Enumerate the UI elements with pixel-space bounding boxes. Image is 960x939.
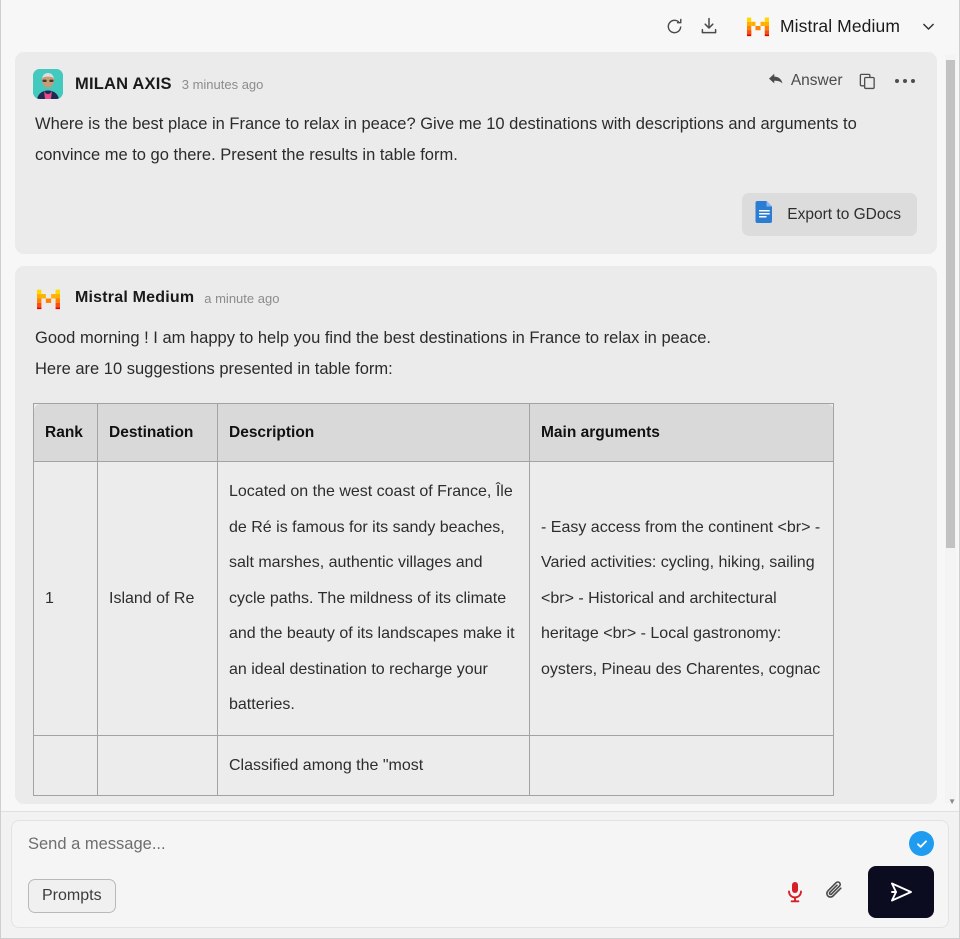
table-header-description: Description (217, 403, 530, 462)
message-timestamp: a minute ago (204, 290, 280, 306)
composer-box: Prompts (11, 820, 949, 928)
model-name-label: Mistral Medium (779, 15, 900, 36)
table-row: 1 Island of Re Located on the west coast… (33, 461, 834, 736)
user-message-text: Where is the best place in France to rel… (35, 115, 857, 164)
cell-destination: Island of Re (97, 461, 218, 736)
top-toolbar: Mistral Medium (1, 0, 959, 52)
answer-button[interactable]: Answer (768, 72, 843, 91)
cell-arguments: - Easy access from the continent <br> - … (529, 461, 834, 736)
send-button[interactable] (868, 866, 934, 918)
paperclip-icon[interactable] (824, 880, 846, 904)
message-input[interactable] (28, 835, 648, 854)
chevron-down-icon[interactable] (920, 18, 937, 35)
cell-rank (33, 734, 98, 796)
mistral-logo-icon (746, 17, 769, 37)
table-header-destination: Destination (97, 403, 218, 462)
message-actions: Answer (768, 70, 917, 92)
more-options-icon[interactable] (893, 75, 918, 88)
answer-label: Answer (790, 72, 843, 89)
assistant-intro-line-1: Good morning ! I am happy to help you fi… (35, 329, 711, 347)
assistant-message-card: Mistral Medium a minute ago Good morning… (15, 266, 937, 804)
composer-tools (785, 866, 934, 918)
scrollbar-thumb[interactable] (946, 60, 955, 548)
export-to-gdocs-label: Export to GDocs (787, 205, 901, 223)
conversation-scroll-area: MILAN AXIS 3 minutes ago Answer Where is… (1, 52, 959, 811)
composer-area: Prompts (1, 811, 959, 938)
cell-arguments (529, 734, 834, 796)
avatar (33, 69, 63, 99)
cell-destination (97, 734, 218, 796)
google-docs-icon (755, 201, 774, 228)
destinations-table-wrapper: Rank Destination Description Main argume… (33, 403, 917, 796)
vertical-scrollbar[interactable] (945, 54, 956, 803)
reply-arrow-icon (768, 72, 784, 91)
assistant-message-header: Mistral Medium a minute ago (33, 282, 917, 314)
message-author: Mistral Medium (75, 289, 195, 306)
export-row: Export to GDocs (33, 193, 917, 236)
table-row: Classified among the "most (33, 734, 834, 796)
cell-description: Classified among the "most (217, 734, 530, 796)
scroll-down-arrow-icon[interactable]: ▼ (948, 798, 956, 806)
refresh-icon[interactable] (658, 9, 692, 43)
user-message-header: MILAN AXIS 3 minutes ago Answer (33, 68, 917, 100)
table-header-arguments: Main arguments (529, 403, 834, 462)
copy-icon[interactable] (857, 70, 879, 92)
check-circle-icon (909, 831, 934, 856)
chat-application-window: Mistral Medium MILAN AXIS 3 minutes ago … (0, 0, 960, 939)
table-header-rank: Rank (33, 403, 98, 462)
microphone-icon[interactable] (785, 880, 805, 904)
message-author: MILAN AXIS (75, 74, 172, 93)
user-message-card: MILAN AXIS 3 minutes ago Answer Where is… (15, 52, 937, 254)
assistant-intro-line-2: Here are 10 suggestions presented in tab… (35, 360, 393, 378)
cell-rank: 1 (33, 461, 98, 736)
prompts-button[interactable]: Prompts (28, 879, 116, 913)
export-to-gdocs-button[interactable]: Export to GDocs (742, 193, 917, 236)
model-selector[interactable]: Mistral Medium (742, 12, 941, 40)
table-header-row: Rank Destination Description Main argume… (33, 403, 834, 462)
download-icon[interactable] (692, 9, 726, 43)
message-timestamp: 3 minutes ago (181, 76, 264, 92)
mistral-logo-icon (33, 283, 63, 313)
cell-description: Located on the west coast of France, Île… (217, 461, 530, 736)
assistant-message-text: Good morning ! I am happy to help you fi… (33, 323, 917, 385)
destinations-table: Rank Destination Description Main argume… (33, 403, 834, 796)
